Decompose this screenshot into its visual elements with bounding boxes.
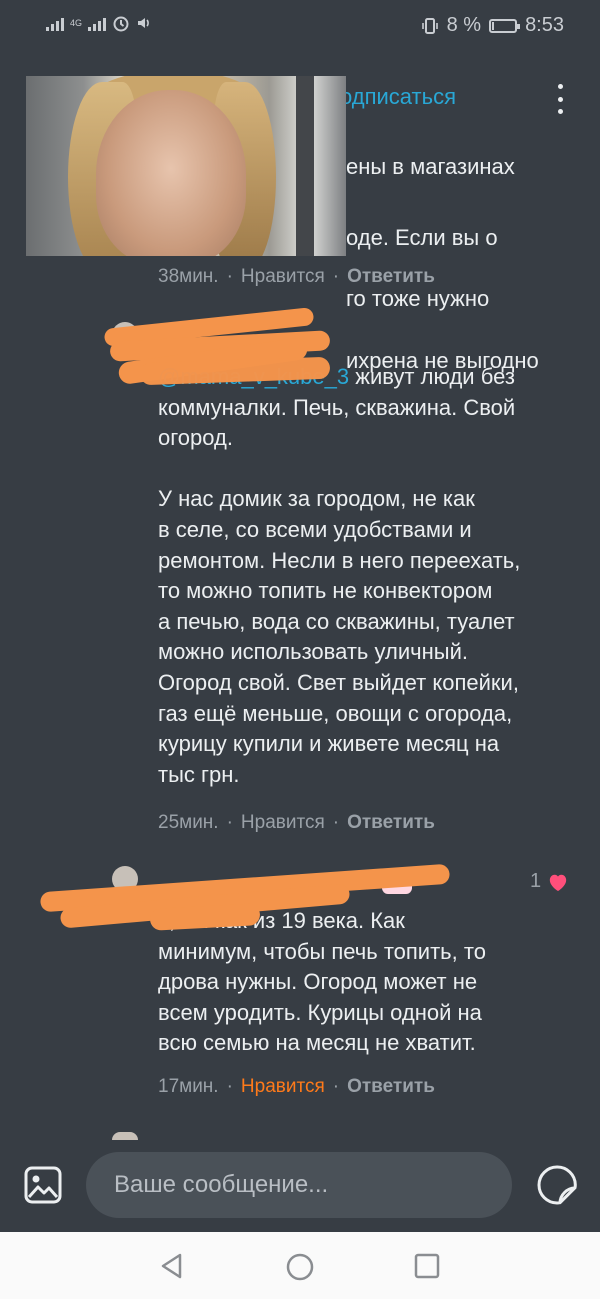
- comment-1-like[interactable]: Нравится: [241, 266, 325, 288]
- comment-1-line-3: го тоже нужно: [346, 286, 490, 312]
- comment-3-like-number: 1: [530, 870, 542, 892]
- video-face: [96, 90, 246, 256]
- comment-3-body: , вы как из 19 века. Как минимум, чтобы …: [158, 908, 486, 1056]
- comment-3-like[interactable]: Нравится: [241, 1076, 325, 1098]
- comment-2-like[interactable]: Нравится: [241, 812, 325, 834]
- message-input[interactable]: Ваше сообщение...: [86, 1152, 512, 1218]
- system-nav-bar: [0, 1232, 600, 1299]
- separator: ·: [332, 266, 340, 287]
- subscribe-button[interactable]: одписаться: [340, 84, 456, 110]
- comment-3-time: 17мин.: [158, 1076, 219, 1097]
- separator: ·: [226, 266, 233, 287]
- comment-2-meta: 25мин. · Нравится · Ответить: [158, 812, 435, 834]
- battery-fill: [492, 21, 495, 30]
- battery-percent: 8 %: [446, 14, 482, 36]
- comment-1-meta: 38мин. · Нравится · Ответить: [158, 266, 435, 288]
- message-placeholder: Ваше сообщение...: [114, 1171, 329, 1198]
- network-label: 4G: [70, 17, 83, 28]
- signal-icon: [46, 15, 64, 31]
- separator: ·: [226, 812, 233, 833]
- home-circle-icon[interactable]: [285, 1252, 315, 1282]
- more-vertical-icon[interactable]: [552, 84, 568, 114]
- comment-2-time: 25мин.: [158, 812, 219, 833]
- comment-3-text: k, вы как из 19 века. Как минимум, чтобы…: [158, 906, 588, 1059]
- separator: ·: [332, 1076, 340, 1097]
- comment-1-line-2: оде. Если вы о: [346, 225, 498, 251]
- comment-2-reply[interactable]: Ответить: [347, 812, 435, 834]
- battery-icon: [489, 18, 521, 33]
- comment-3-reply[interactable]: Ответить: [347, 1076, 435, 1098]
- status-left: 4G: [46, 14, 152, 32]
- comment-3-meta: 17мин. · Нравится · Ответить: [158, 1076, 435, 1098]
- image-icon[interactable]: [24, 1166, 62, 1204]
- alarm-icon: [113, 16, 129, 32]
- clock: 8:53: [525, 14, 564, 36]
- next-comment-avatar[interactable]: [112, 1132, 138, 1140]
- comment-2-body: живут люди без коммуналки. Печь, скважин…: [158, 364, 521, 787]
- comment-1-time: 38мин.: [158, 266, 219, 287]
- recents-square-icon[interactable]: [414, 1253, 440, 1279]
- vibrate-icon: [421, 17, 438, 34]
- back-triangle-icon[interactable]: [158, 1252, 186, 1280]
- sticker-icon[interactable]: [536, 1164, 578, 1206]
- separator: ·: [332, 812, 340, 833]
- comment-2-text: @mama_v_kube_3 живут люди без коммуналки…: [158, 362, 588, 790]
- status-right: 8 % 8:53: [421, 14, 564, 37]
- separator: ·: [226, 1076, 233, 1097]
- comment-1-line-1: ены в магазинах: [346, 160, 515, 177]
- volume-icon: [138, 18, 149, 28]
- video-background: [296, 76, 314, 256]
- comment-3-like-count[interactable]: 1: [530, 870, 569, 893]
- status-bar: 4G 8 % 8:53: [0, 0, 600, 52]
- video-thumbnail[interactable]: [26, 76, 346, 256]
- comment-1-reply[interactable]: Ответить: [347, 266, 435, 288]
- heart-icon[interactable]: [547, 872, 569, 892]
- signal-icon-2: [88, 15, 106, 31]
